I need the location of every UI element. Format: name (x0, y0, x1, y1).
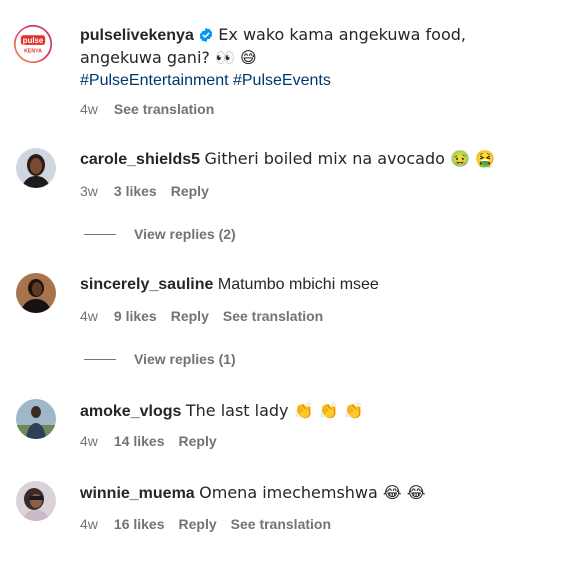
caption-hashtags: #PulseEntertainment #PulseEvents (80, 72, 331, 89)
post-meta: 4w See translation (80, 100, 228, 118)
likes-count-button[interactable]: 3 likes (114, 182, 157, 200)
comment-text: Githeri boiled mix na avocado 🤢 🤮 (204, 149, 495, 168)
comment-age[interactable]: 4w (80, 432, 98, 450)
view-replies-label: View replies (2) (134, 226, 236, 242)
comment-body: winnie_muema Omena imechemshwa 😂 😂 (80, 482, 543, 505)
comment-meta: 4w 14 likes Reply (80, 432, 231, 450)
post-age[interactable]: 4w (80, 100, 98, 118)
reply-button[interactable]: Reply (179, 432, 217, 450)
comment-meta: 4w 9 likes Reply See translation (80, 307, 337, 325)
comment-username[interactable]: carole_shields5 (80, 151, 200, 168)
avatar-photo-icon (16, 481, 56, 521)
hashtag-pulse-entertainment[interactable]: #PulseEntertainment (80, 72, 229, 89)
reply-button[interactable]: Reply (171, 307, 209, 325)
see-translation-button[interactable]: See translation (223, 307, 323, 325)
verified-badge-icon (199, 27, 213, 43)
avatar-photo-icon (16, 399, 56, 439)
replies-divider (84, 358, 116, 360)
comment-item: winnie_muema Omena imechemshwa 😂 😂 4w 16… (0, 474, 563, 554)
likes-count-button[interactable]: 14 likes (114, 432, 165, 450)
reply-button[interactable]: Reply (179, 515, 217, 533)
comment-meta: 4w 16 likes Reply See translation (80, 515, 345, 533)
comment-body: amoke_vlogs The last lady 👏 👏 👏 (80, 400, 543, 423)
comment-avatar[interactable] (16, 399, 56, 439)
comment-avatar[interactable] (16, 148, 56, 188)
comment-meta: 3w 3 likes Reply (80, 182, 223, 200)
comment-username[interactable]: amoke_vlogs (80, 403, 181, 420)
likes-count-button[interactable]: 9 likes (114, 307, 157, 325)
replies-divider (84, 233, 116, 235)
post-caption: pulse KENYA pulselivekenya Ex wako kama … (0, 0, 563, 130)
comment-age[interactable]: 3w (80, 182, 98, 200)
post-avatar[interactable]: pulse KENYA (13, 24, 59, 70)
avatar-photo-icon (16, 148, 56, 188)
view-replies-button[interactable]: View replies (1) (84, 351, 236, 367)
view-replies-label: View replies (1) (134, 351, 236, 367)
see-translation-button[interactable]: See translation (231, 515, 331, 533)
comment-age[interactable]: 4w (80, 515, 98, 533)
comment-text: The last lady 👏 👏 👏 (185, 401, 364, 420)
avatar-photo-icon (16, 273, 56, 313)
reply-button[interactable]: Reply (171, 182, 209, 200)
comment-avatar[interactable] (16, 481, 56, 521)
caption-body: pulselivekenya Ex wako kama angekuwa foo… (80, 24, 543, 92)
comment-age[interactable]: 4w (80, 307, 98, 325)
view-replies-button[interactable]: View replies (2) (84, 226, 236, 242)
svg-text:pulse: pulse (23, 36, 44, 45)
svg-text:KENYA: KENYA (24, 49, 42, 55)
comment-item: sincerely_sauline Matumbo mbichi msee 4w… (0, 266, 563, 376)
comment-text: Omena imechemshwa 😂 😂 (199, 483, 426, 502)
comment-username[interactable]: winnie_muema (80, 485, 195, 502)
comment-body: carole_shields5 Githeri boiled mix na av… (80, 148, 543, 171)
see-translation-button[interactable]: See translation (114, 100, 214, 118)
likes-count-button[interactable]: 16 likes (114, 515, 165, 533)
hashtag-pulse-events[interactable]: #PulseEvents (233, 72, 331, 89)
pulse-logo-icon: pulse KENYA (13, 24, 53, 64)
comment-item: carole_shields5 Githeri boiled mix na av… (0, 140, 563, 250)
comment-item: amoke_vlogs The last lady 👏 👏 👏 4w 14 li… (0, 392, 563, 462)
post-username[interactable]: pulselivekenya (80, 27, 194, 44)
comment-avatar[interactable] (16, 273, 56, 313)
comment-text: Matumbo mbichi msee (217, 276, 379, 293)
comment-username[interactable]: sincerely_sauline (80, 276, 213, 293)
comment-body: sincerely_sauline Matumbo mbichi msee (80, 274, 543, 296)
